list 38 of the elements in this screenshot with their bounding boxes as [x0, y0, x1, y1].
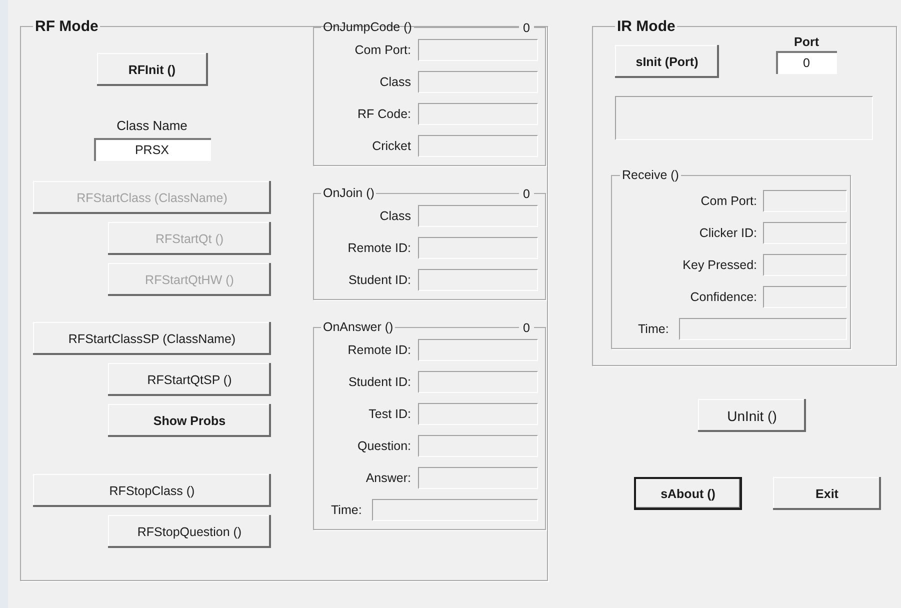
- field-label: Student ID:: [348, 374, 411, 388]
- field-label: Cricket: [372, 138, 411, 152]
- field-label: Com Port:: [354, 42, 411, 56]
- field-label: Time:: [638, 322, 669, 336]
- command-button[interactable]: Show Probs: [108, 404, 271, 437]
- field-label: Confidence:: [690, 290, 757, 304]
- group-title: OnJumpCode (): [322, 20, 413, 34]
- uninit-button[interactable]: UnInit (): [698, 399, 806, 432]
- field-label: Class Name: [116, 118, 188, 133]
- field-label: Remote ID:: [348, 240, 411, 254]
- field-label: Com Port:: [700, 194, 757, 208]
- field-label: Clicker ID:: [699, 226, 757, 240]
- field-label: Time:: [331, 502, 362, 516]
- field-label: RF Code:: [358, 106, 411, 120]
- port-label: Port: [794, 35, 819, 49]
- field-label: Key Pressed:: [682, 258, 757, 272]
- field-label: Class: [380, 208, 411, 222]
- panel-title: IR Mode: [616, 18, 676, 35]
- field-label: Student ID:: [348, 272, 411, 286]
- field-label: Answer:: [366, 470, 411, 484]
- group-title: Receive (): [621, 168, 680, 182]
- field-label: Test ID:: [368, 406, 411, 420]
- command-button[interactable]: RFStopQuestion (): [108, 515, 271, 548]
- command-button[interactable]: RFStartQtSP (): [108, 363, 271, 396]
- field-label: Class: [380, 74, 411, 88]
- command-button[interactable]: RFStopClass (): [33, 474, 271, 507]
- command-button[interactable]: RFStartClassSP (ClassName): [33, 322, 271, 355]
- panel-title: RF Mode: [34, 18, 100, 35]
- field-label: Remote ID:: [348, 342, 411, 356]
- port-field[interactable]: 0: [776, 51, 837, 74]
- command-button[interactable]: sAbout (): [634, 477, 742, 510]
- class-name-field[interactable]: PRSX: [94, 138, 210, 161]
- command-button[interactable]: Exit: [773, 477, 881, 510]
- group-title: OnJoin (): [322, 186, 376, 200]
- init-button[interactable]: sInit (Port): [615, 45, 719, 78]
- field-label: Question:: [357, 438, 411, 452]
- command-button[interactable]: RFInit (): [96, 53, 208, 86]
- group-title: OnAnswer (): [322, 320, 394, 334]
